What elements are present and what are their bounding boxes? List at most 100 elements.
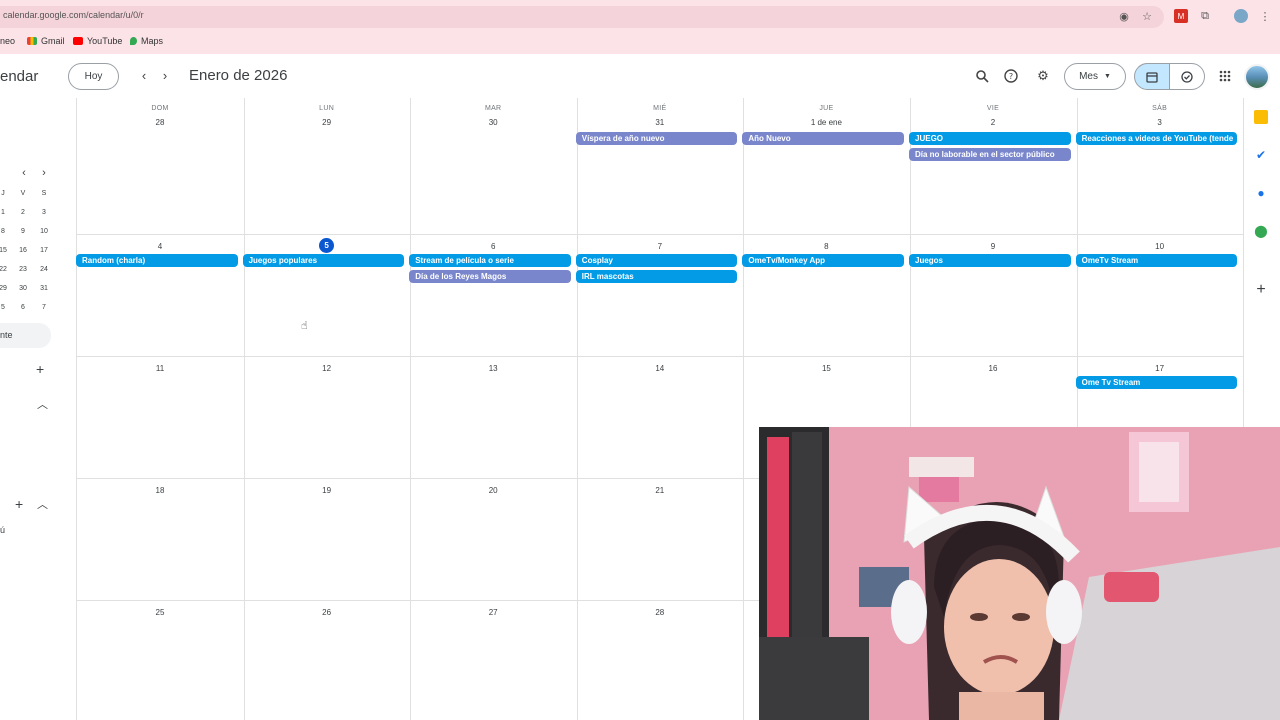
calendar-event[interactable]: Cosplay: [575, 254, 738, 267]
calendar-event[interactable]: Ome Tv Stream: [1075, 376, 1238, 389]
mini-day[interactable]: 2: [16, 209, 30, 216]
day-number[interactable]: 2: [910, 118, 1076, 127]
mini-next-icon[interactable]: ›: [37, 167, 51, 179]
mini-day[interactable]: 1: [0, 209, 10, 216]
chevron-right-icon[interactable]: ›: [158, 68, 172, 83]
calendar-event[interactable]: IRL mascotas: [575, 270, 738, 283]
address-bar[interactable]: [0, 6, 1164, 28]
day-number[interactable]: 13: [410, 364, 576, 373]
day-number[interactable]: 3: [1077, 118, 1243, 127]
puzzle-icon[interactable]: ⧉: [1198, 9, 1212, 23]
mini-day[interactable]: 7: [37, 304, 51, 311]
mini-day[interactable]: 5: [0, 304, 10, 311]
day-number[interactable]: 30: [410, 118, 576, 127]
contacts-icon[interactable]: ●: [1254, 186, 1268, 200]
day-number[interactable]: 10: [1077, 242, 1243, 251]
sidebar-bottom-label: ú: [0, 525, 6, 535]
day-number[interactable]: 19: [244, 486, 410, 495]
calendar-event[interactable]: Reacciones a videos de YouTube (tende: [1075, 132, 1238, 145]
day-number[interactable]: 16: [910, 364, 1076, 373]
search-icon[interactable]: [972, 66, 992, 86]
calendar-event[interactable]: JUEGO: [909, 132, 1071, 145]
mini-day[interactable]: 6: [16, 304, 30, 311]
day-number[interactable]: 28: [577, 608, 743, 617]
tasks-icon[interactable]: ✔: [1254, 148, 1268, 162]
profile-icon[interactable]: [1234, 9, 1248, 23]
calendar-event[interactable]: Día no laborable en el sector público: [909, 148, 1071, 161]
mini-weekday-header: S: [41, 190, 47, 197]
mini-day[interactable]: 31: [37, 285, 51, 292]
calendar-event[interactable]: OmeTv/Monkey App: [742, 254, 904, 267]
settings-gear-icon[interactable]: ⚙: [1033, 66, 1053, 86]
keep-icon[interactable]: [1254, 110, 1268, 124]
chevron-up-icon[interactable]: ︿: [37, 396, 48, 412]
extension-icon[interactable]: M: [1174, 9, 1188, 23]
add-calendar-icon[interactable]: +: [15, 496, 23, 512]
add-icon[interactable]: +: [36, 361, 44, 377]
day-number[interactable]: 28: [77, 118, 243, 127]
mini-day[interactable]: 16: [16, 247, 30, 254]
calendar-event[interactable]: Año Nuevo: [742, 132, 904, 145]
calendar-view-toggle[interactable]: [1134, 63, 1170, 90]
day-number[interactable]: 21: [577, 486, 743, 495]
maps-pin-icon[interactable]: ⬤: [1254, 224, 1268, 238]
more-vert-icon[interactable]: ⋮: [1258, 9, 1272, 23]
mini-day[interactable]: 9: [16, 228, 30, 235]
day-number[interactable]: 26: [244, 608, 410, 617]
day-number[interactable]: 20: [410, 486, 576, 495]
calendar-event[interactable]: Día de los Reyes Magos: [409, 270, 571, 283]
view-selector[interactable]: Mes ▼: [1064, 63, 1126, 90]
today-button[interactable]: Hoy: [68, 63, 119, 90]
mini-day[interactable]: 23: [16, 266, 30, 273]
grid-column-divider: [743, 98, 745, 720]
day-number[interactable]: 6: [410, 242, 576, 251]
gmail-icon: [27, 37, 37, 45]
day-number[interactable]: 15: [743, 364, 909, 373]
star-icon[interactable]: ☆: [1140, 9, 1154, 23]
calendar-event[interactable]: OmeTv Stream: [1075, 254, 1238, 267]
bookmark-youtube[interactable]: YouTube: [73, 36, 122, 46]
mini-prev-icon[interactable]: ‹: [17, 167, 31, 179]
day-number[interactable]: 31: [577, 118, 743, 127]
day-number[interactable]: 25: [77, 608, 243, 617]
url-text[interactable]: calendar.google.com/calendar/u/0/r: [3, 10, 144, 20]
bookmark-gmail[interactable]: Gmail: [27, 36, 65, 46]
tasks-view-toggle[interactable]: [1169, 63, 1205, 90]
add-addon-icon[interactable]: +: [1254, 281, 1268, 298]
calendar-event[interactable]: Random (charla): [76, 254, 238, 267]
day-number[interactable]: 7: [577, 242, 743, 251]
day-number[interactable]: 8: [743, 242, 909, 251]
chevron-left-icon[interactable]: ‹: [137, 68, 151, 83]
mini-day[interactable]: 22: [0, 266, 10, 273]
day-number[interactable]: 29: [244, 118, 410, 127]
bookmark-maps[interactable]: Maps: [130, 36, 163, 46]
account-avatar[interactable]: [1244, 64, 1270, 90]
calendar-event[interactable]: Juegos: [909, 254, 1071, 267]
mini-day[interactable]: 29: [0, 285, 10, 292]
mini-day[interactable]: 10: [37, 228, 51, 235]
help-icon[interactable]: ?: [1001, 66, 1021, 86]
mini-day[interactable]: 24: [37, 266, 51, 273]
mini-day[interactable]: 3: [37, 209, 51, 216]
day-number[interactable]: 1 de ene: [743, 118, 909, 127]
mini-day[interactable]: 30: [16, 285, 30, 292]
mini-day[interactable]: 17: [37, 247, 51, 254]
day-number[interactable]: 17: [1077, 364, 1243, 373]
apps-grid-icon[interactable]: [1215, 66, 1235, 86]
today-date[interactable]: 5: [244, 238, 410, 253]
calendar-event[interactable]: Juegos populares: [242, 254, 405, 267]
bookmark-neo[interactable]: neo: [0, 36, 15, 46]
day-number[interactable]: 14: [577, 364, 743, 373]
calendar-event[interactable]: Stream de película o serie: [409, 254, 571, 267]
mini-day[interactable]: 8: [0, 228, 10, 235]
eye-icon[interactable]: ◉: [1117, 9, 1131, 23]
chevron-up-icon[interactable]: ︿: [37, 496, 48, 512]
day-number[interactable]: 27: [410, 608, 576, 617]
day-number[interactable]: 11: [77, 364, 243, 373]
day-number[interactable]: 4: [77, 242, 243, 251]
day-number[interactable]: 9: [910, 242, 1076, 251]
calendar-event[interactable]: Víspera de año nuevo: [575, 132, 738, 145]
mini-day[interactable]: 15: [0, 247, 10, 254]
day-number[interactable]: 12: [244, 364, 410, 373]
day-number[interactable]: 18: [77, 486, 243, 495]
